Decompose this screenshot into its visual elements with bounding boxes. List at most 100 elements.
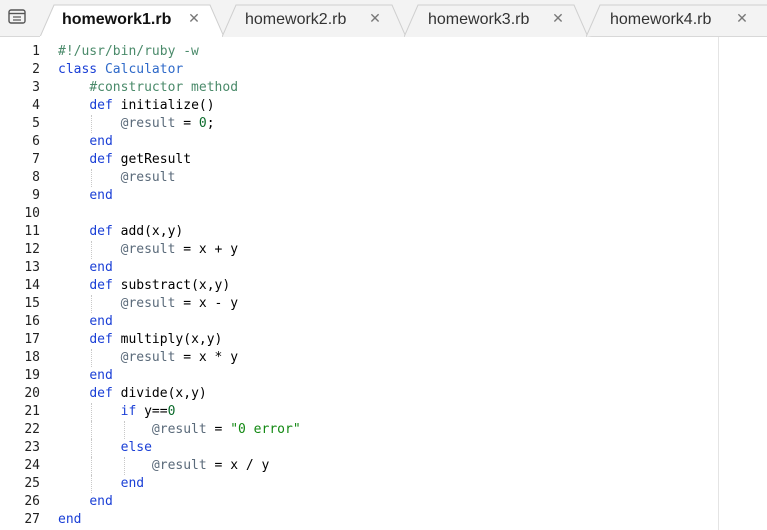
code-line: end xyxy=(58,493,113,511)
close-icon[interactable]: ✕ xyxy=(368,11,382,25)
line-number: 19 xyxy=(24,368,40,383)
close-icon[interactable]: ✕ xyxy=(735,11,749,25)
code-line: def substract(x,y) xyxy=(58,277,230,295)
indent-guide xyxy=(123,421,125,439)
code-line: class Calculator xyxy=(58,61,183,79)
code-line: @result = 0; xyxy=(58,115,215,133)
code-token: initialize() xyxy=(112,98,215,113)
code-token: divide(x,y) xyxy=(112,386,207,401)
line-number: 18 xyxy=(24,350,40,365)
code-line: def initialize() xyxy=(58,97,215,115)
code-editor[interactable]: 1 2 3 4 5 6 7 8 9 10 11 12 13 14 15 16 17 18 19 20 21 22 23 24 2… xyxy=(0,37,767,530)
code-token: = xyxy=(206,422,231,437)
line-number: 3 xyxy=(32,80,40,95)
code-token: getResult xyxy=(112,152,192,167)
code-token: end xyxy=(89,494,113,509)
code-token: def xyxy=(89,224,113,239)
code-line: #constructor method xyxy=(58,79,238,97)
code-line: if y==0 xyxy=(58,403,176,421)
code-token: = x + y xyxy=(175,242,239,257)
code-line: def add(x,y) xyxy=(58,223,183,241)
indent-guide xyxy=(90,349,92,367)
code-line: end xyxy=(58,133,112,151)
indent-guide xyxy=(90,295,92,313)
tab-label: homework2.rb xyxy=(245,11,347,28)
code-token: end xyxy=(58,512,82,527)
line-number: 15 xyxy=(24,296,40,311)
line-number: 6 xyxy=(32,134,40,149)
code-token: end xyxy=(89,188,113,203)
code-token: = x - y xyxy=(175,296,239,311)
tab-label: homework3.rb xyxy=(428,11,530,28)
code-token: y== xyxy=(136,404,168,419)
close-icon[interactable]: ✕ xyxy=(187,11,201,25)
code-token: multiply(x,y) xyxy=(112,332,223,347)
code-line: @result = x + y xyxy=(58,241,238,259)
code-line: @result xyxy=(58,169,176,187)
line-number: 10 xyxy=(24,206,40,221)
print-margin-line xyxy=(718,37,719,530)
code-line: def divide(x,y) xyxy=(58,385,207,403)
indent-guide xyxy=(90,169,92,187)
code-line: def multiply(x,y) xyxy=(58,331,222,349)
code-line: end xyxy=(58,313,112,331)
line-number: 12 xyxy=(24,242,40,257)
code-token: @result xyxy=(120,170,176,185)
code-token: def xyxy=(89,278,113,293)
code-line: end xyxy=(58,187,113,205)
indent-guide xyxy=(90,115,92,133)
line-number: 16 xyxy=(24,314,40,329)
code-line: @result = x * y xyxy=(58,349,238,367)
code-line: end xyxy=(58,259,112,277)
line-number: 20 xyxy=(24,386,40,401)
code-token: end xyxy=(89,368,113,383)
line-number: 27 xyxy=(24,512,40,527)
code-token: @result xyxy=(151,422,207,437)
code-line: @result = x - y xyxy=(58,295,238,313)
code-token: 0 xyxy=(167,404,176,419)
code-token: end xyxy=(120,476,145,491)
code-line: else xyxy=(58,439,152,457)
tab-homework4[interactable]: homework4.rb ✕ xyxy=(586,4,767,37)
code-token: def xyxy=(89,98,113,113)
code-token: @result xyxy=(120,350,176,365)
code-token: def xyxy=(89,386,113,401)
code-line: @result = "0 error" xyxy=(58,421,301,439)
tab-homework2[interactable]: homework2.rb ✕ xyxy=(222,4,406,37)
code-token: class xyxy=(58,62,105,77)
tab-homework3[interactable]: homework3.rb ✕ xyxy=(404,4,588,37)
line-number: 22 xyxy=(24,422,40,437)
line-number-gutter: 1 2 3 4 5 6 7 8 9 10 11 12 13 14 15 16 17 18 19 20 21 22 23 24 2… xyxy=(0,37,48,530)
line-number: 26 xyxy=(24,494,40,509)
tab-homework1[interactable]: homework1.rb ✕ xyxy=(40,4,224,37)
code-token: @result xyxy=(120,116,176,131)
line-number: 17 xyxy=(24,332,40,347)
code-token: @result xyxy=(120,296,176,311)
line-number: 13 xyxy=(24,260,40,275)
menu-list-icon[interactable] xyxy=(6,8,28,26)
tab-label: homework1.rb xyxy=(62,11,172,28)
code-token: = x / y xyxy=(206,458,270,473)
close-icon[interactable]: ✕ xyxy=(551,11,565,25)
indent-guide xyxy=(90,475,92,493)
code-area[interactable]: #!/usr/bin/ruby -w class Calculator #cons… xyxy=(58,37,717,530)
code-line: #!/usr/bin/ruby -w xyxy=(58,43,199,61)
line-number: 4 xyxy=(32,98,40,113)
code-token: def xyxy=(89,332,113,347)
line-number: 5 xyxy=(32,116,40,131)
code-token: #!/usr/bin/ruby -w xyxy=(58,44,199,59)
indent-guide xyxy=(90,421,92,439)
